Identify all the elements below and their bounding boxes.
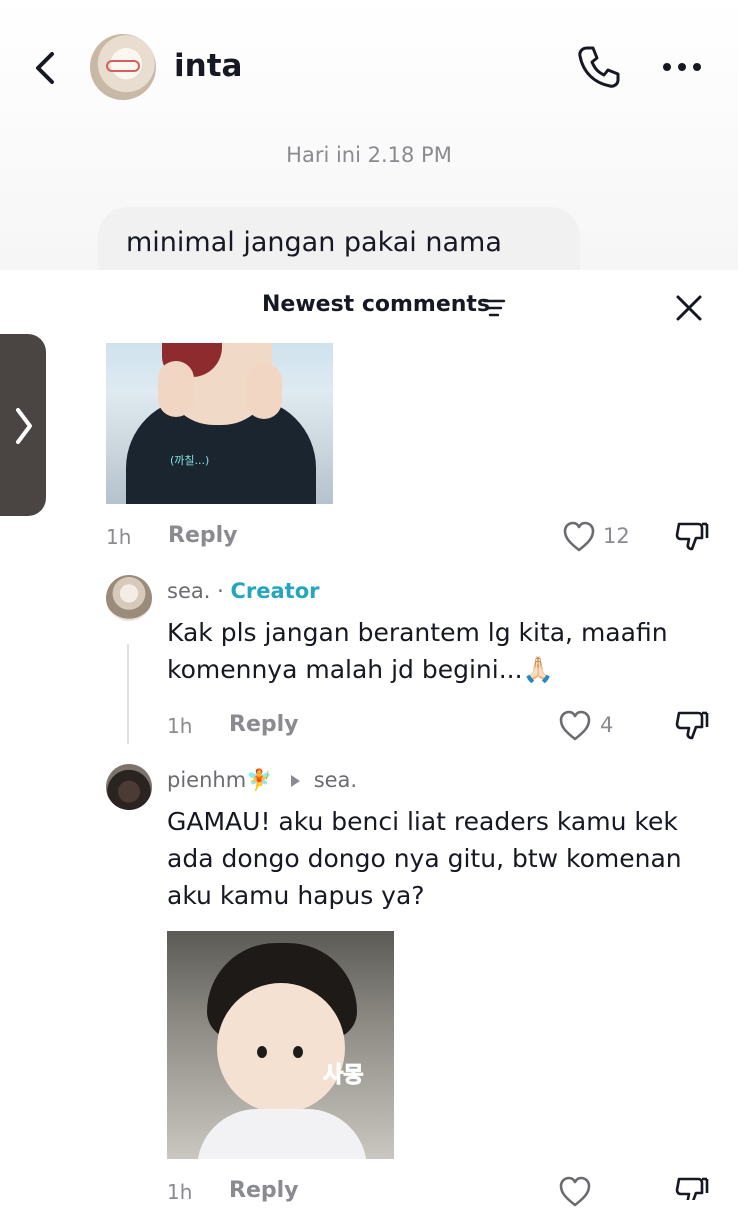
comment-text: Kak pls jangan berantem lg kita, maafin … [167,614,668,688]
reply-to-username[interactable]: sea. [314,768,357,792]
comment-text: GAMAU! aku benci liat readers kamu kek a… [167,803,682,914]
heart-icon[interactable] [558,710,592,742]
chat-header: inta [0,0,738,130]
comment-line: ada dongo dongo nya gitu, btw komenan [167,844,682,873]
reply-button[interactable]: Reply [229,712,299,737]
phone-icon[interactable] [576,44,622,90]
heart-icon[interactable] [562,521,596,553]
contact-name[interactable]: inta [174,48,242,84]
username-text[interactable]: pienhm🧚 [167,768,272,792]
avatar[interactable] [106,764,152,810]
creator-badge: Creator [230,579,320,603]
reply-button[interactable]: Reply [168,523,238,548]
comment-line: komennya malah jd begini...🙏🏻 [167,655,554,684]
comment-time: 1h [167,1180,193,1204]
sort-dropdown[interactable]: Newest comments [262,292,490,317]
comment-line: Kak pls jangan berantem lg kita, maafin [167,618,668,647]
sticker-label: 사몽 [322,1063,364,1089]
contact-avatar[interactable] [90,34,156,100]
side-drawer-tab[interactable] [0,334,46,516]
comment-sticker-image[interactable]: (까칠...) [106,343,333,504]
more-icon[interactable] [660,54,704,80]
heart-icon[interactable] [558,1176,592,1208]
comment-sticker-image[interactable]: 사몽 [167,931,394,1159]
back-icon[interactable] [28,48,64,88]
message-bubble[interactable]: minimal jangan pakai nama [98,207,580,270]
comment-line: aku kamu hapus ya? [167,881,425,910]
reply-button[interactable]: Reply [229,1178,299,1203]
chevron-right-icon [16,408,32,444]
like-count: 12 [603,524,630,548]
dislike-icon[interactable] [674,709,710,743]
avatar[interactable] [106,575,152,621]
comment-line: GAMAU! aku benci liat readers kamu kek [167,807,678,836]
like-count: 4 [600,713,614,737]
sticker-caption: (까칠...) [170,454,210,467]
dislike-icon[interactable] [674,520,710,554]
thread-line [127,644,129,744]
comment-time: 1h [106,525,132,549]
comment-time: 1h [167,714,193,738]
comment-username[interactable]: pienhm🧚 sea. [167,768,357,793]
comment-username[interactable]: sea. · Creator [167,579,319,603]
separator-dot: · [217,579,224,603]
username-text[interactable]: sea. [167,579,210,603]
filter-icon[interactable] [482,298,506,318]
dislike-icon[interactable] [674,1175,710,1200]
message-timestamp: Hari ini 2.18 PM [286,143,452,167]
reply-arrow-icon [291,775,300,787]
close-icon[interactable] [673,292,705,324]
